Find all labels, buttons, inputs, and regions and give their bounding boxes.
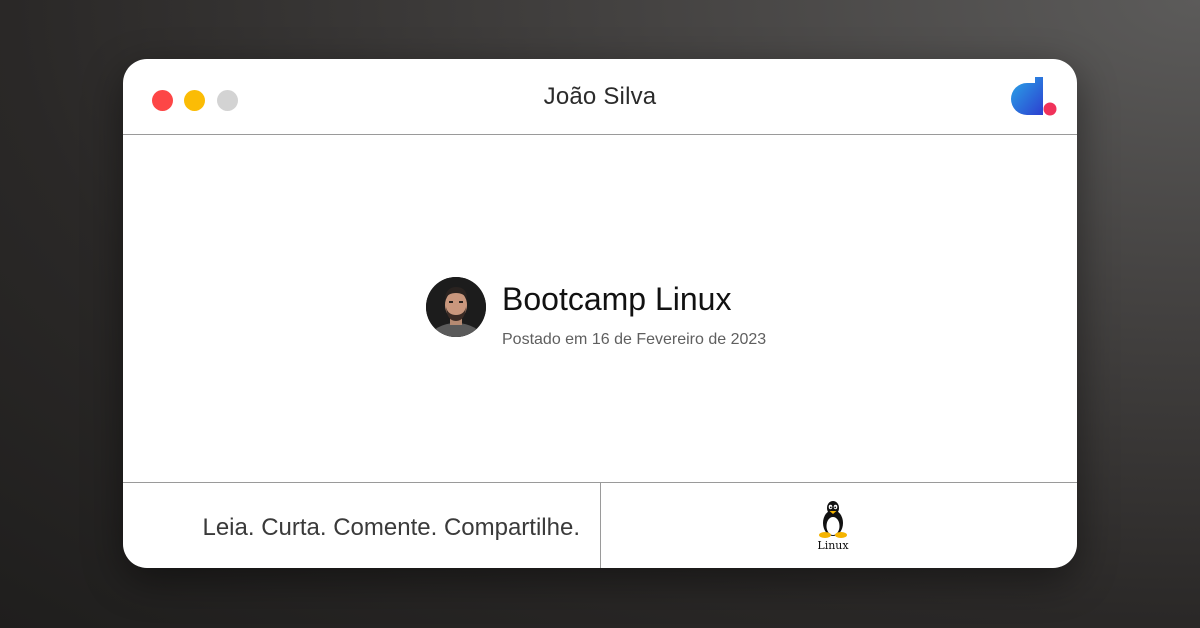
post-header: Bootcamp Linux Postado em 16 de Fevereir… [123, 135, 1077, 482]
author-avatar[interactable] [426, 277, 486, 337]
avatar-photo [426, 277, 486, 337]
post-title: Bootcamp Linux [502, 281, 732, 317]
tagline: Leia. Curta. Comente. Compartilhe. [202, 514, 580, 541]
post-footer: Leia. Curta. Comente. Compartilhe. Linux [123, 482, 1077, 568]
window-title: João Silva [543, 83, 657, 110]
post-card: João Silva Bootcamp Linux Postado em 16 … [123, 59, 1077, 568]
dio-logo-icon [1011, 77, 1057, 116]
footer-divider [600, 483, 601, 568]
tux-penguin-icon [819, 501, 847, 538]
window-titlebar: João Silva [123, 59, 1077, 135]
linux-tag: Linux [813, 499, 853, 555]
post-date: Postado em 16 de Fevereiro de 2023 [502, 331, 767, 348]
linux-tag-label: Linux [817, 539, 849, 552]
